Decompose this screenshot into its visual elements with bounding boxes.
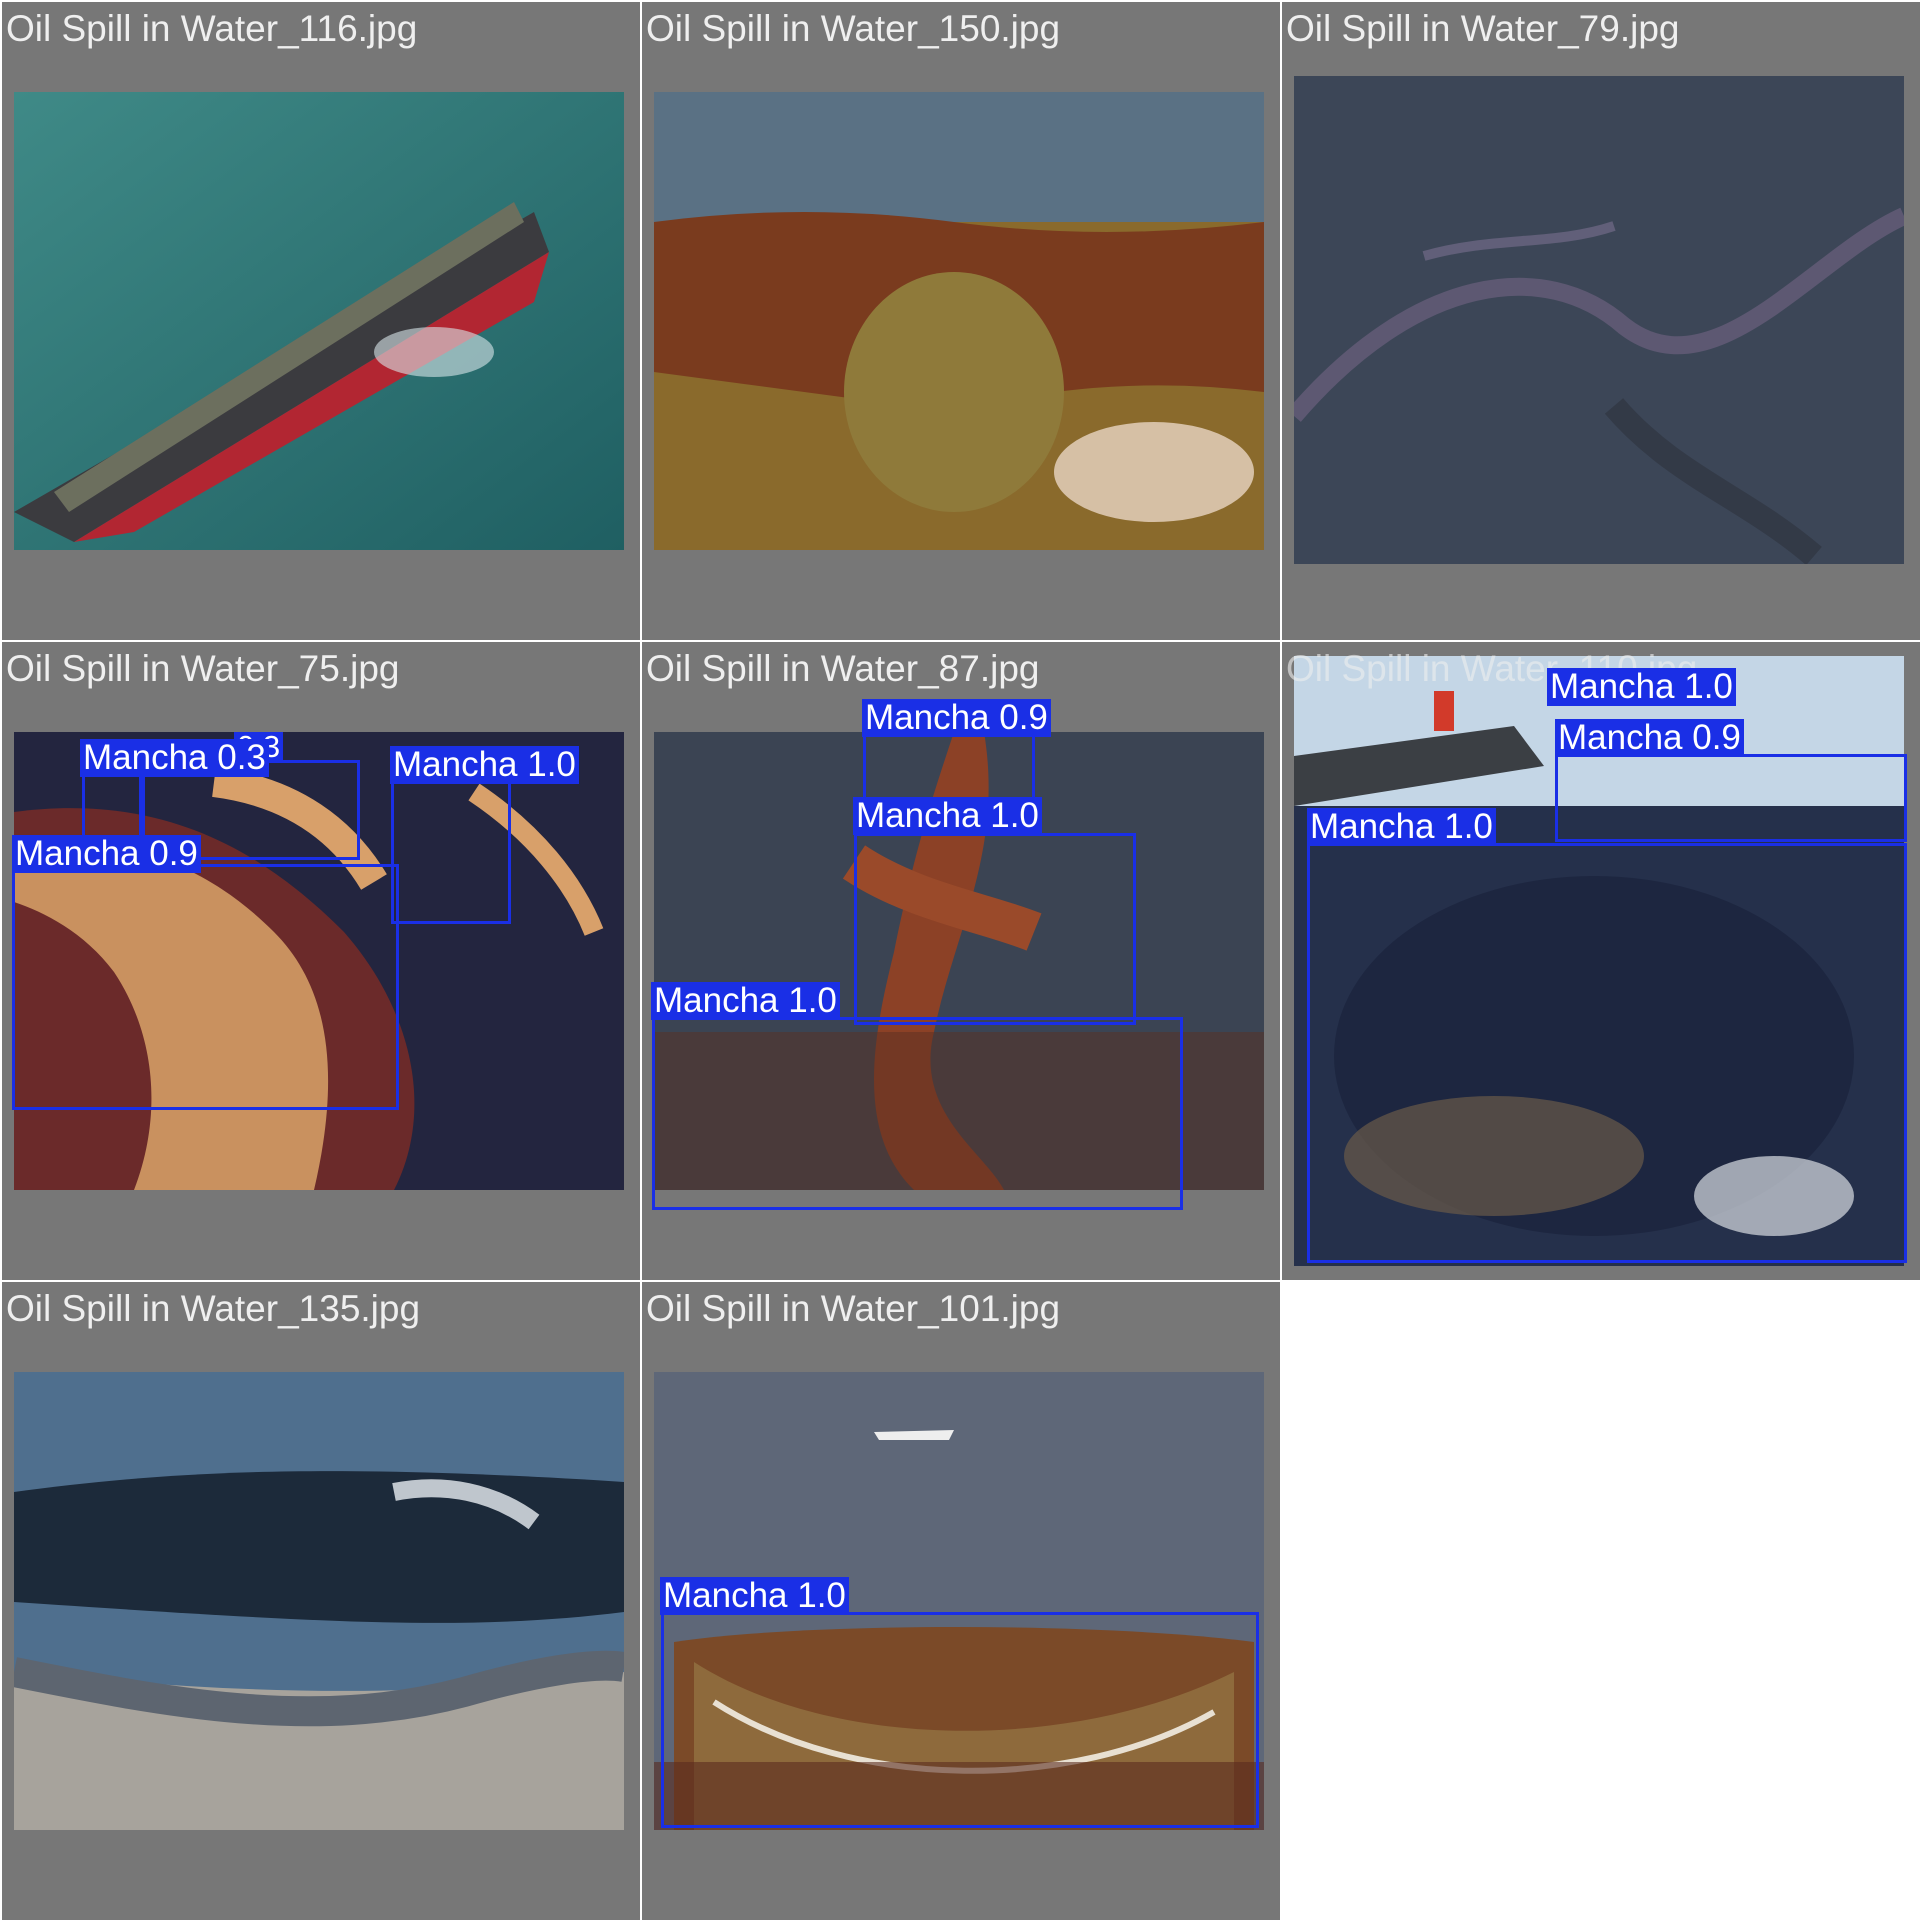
image-filename: Oil Spill in Water_135.jpg: [6, 1288, 421, 1329]
thumbnail-cell: Oil Spill in Water_87.jpg Mancha 0.9 Man…: [642, 642, 1280, 1280]
detection-label: Mancha 0.9: [1555, 719, 1744, 757]
detection-box: [854, 833, 1136, 1025]
thumbnail-cell: Oil Spill in Water_116.jpg: [2, 2, 640, 640]
thumbnail-cell: Oil Spill in Water_135.jpg: [2, 1282, 640, 1920]
detection-box: [1555, 754, 1907, 842]
image-filename: Oil Spill in Water_150.jpg: [646, 8, 1061, 49]
detection-box: [12, 864, 399, 1110]
detection-label: Mancha 1.0: [1547, 668, 1736, 706]
image-filename: Oil Spill in Water_75.jpg: [6, 648, 400, 689]
detection-label: Mancha 1.0: [390, 746, 579, 784]
photo-sinking-ship: [14, 92, 624, 550]
detection-label: Mancha 1.0: [853, 797, 1042, 835]
detection-box: [652, 1017, 1183, 1210]
thumbnail-cell: Oil Spill in Water_101.jpg Mancha 1.0: [642, 1282, 1280, 1920]
image-filename: Oil Spill in Water_87.jpg: [646, 648, 1040, 689]
thumbnail-cell: Oil Spill in Water_75.jpg 0.3 Mancha 0.3…: [2, 642, 640, 1280]
detection-label: Mancha 0.9: [12, 835, 201, 873]
thumbnail-cell: Oil Spill in Water_150.jpg: [642, 2, 1280, 640]
photo-oily-wave: [654, 92, 1264, 550]
empty-grid-slot: [1282, 1282, 1920, 1920]
detection-label: Mancha 1.0: [660, 1577, 849, 1615]
detection-label: Mancha 1.0: [651, 982, 840, 1020]
detection-label: Mancha 0.9: [862, 699, 1051, 737]
image-filename: Oil Spill in Water_116.jpg: [6, 8, 418, 49]
thumbnail-cell: Oil Spill in Water_79.jpg: [1282, 2, 1920, 640]
photo-oil-sheen: [1294, 76, 1904, 564]
detection-box: [1307, 843, 1907, 1263]
thumbnail-cell: Oil Spill in Water_110.jpg Mancha 1.0 Ma…: [1282, 642, 1920, 1280]
detection-label: Mancha 0.3: [80, 739, 269, 777]
detection-box: [391, 764, 511, 924]
detection-label: Mancha 1.0: [1307, 808, 1496, 846]
photo-dark-wave-beach: [14, 1372, 624, 1830]
detection-box: [661, 1612, 1259, 1828]
image-filename: Oil Spill in Water_79.jpg: [1286, 8, 1680, 49]
image-filename: Oil Spill in Water_101.jpg: [646, 1288, 1061, 1329]
